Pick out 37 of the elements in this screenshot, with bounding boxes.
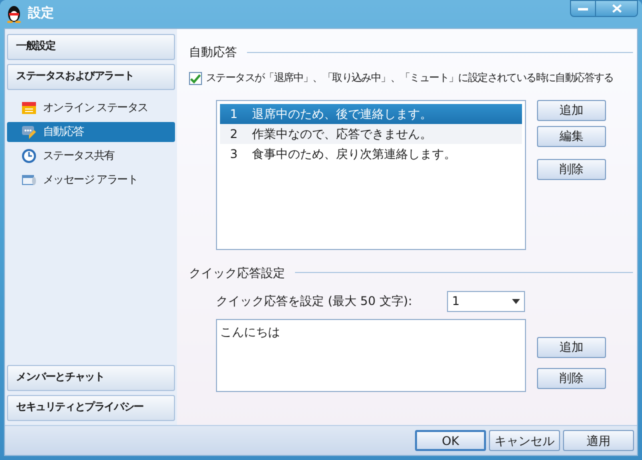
button[interactable]: OK [415,430,486,451]
close-button[interactable] [596,0,638,17]
clock-icon [21,148,37,164]
button[interactable]: 削除 [537,368,606,389]
field-label: クイック応答を設定 (最大 50 文字): [216,293,414,310]
section-button[interactable]: メンバーとチャット [7,365,175,391]
button[interactable]: 適用 [563,430,634,451]
sidebar-item[interactable]: オンライン ステータス [7,98,175,118]
window-title: 設定 [28,4,54,24]
section-button[interactable]: ステータスおよびアラート [7,64,175,90]
list-card-icon [21,100,37,116]
button[interactable]: 編集 [537,126,606,147]
checkbox[interactable] [189,72,202,86]
section-heading: 自動応答 [189,44,237,61]
sidebar-item[interactable]: 自動応答 [7,122,175,142]
reply-row[interactable]: 1 退席中のため、後で連絡します。 [220,104,522,124]
reply-row[interactable]: 2 作業中なので、応答できません。 [220,124,522,144]
button[interactable]: 削除 [537,158,606,180]
window-speaker-icon [21,172,37,188]
dropdown-caret-icon [512,298,520,304]
chat-bubble-icon [21,124,37,140]
penguin-icon [6,5,22,23]
number-dropdown[interactable]: 1 [447,290,525,312]
sidebar-item[interactable]: ステータス共有 [7,146,175,166]
button[interactable]: キャンセル [489,430,560,451]
button[interactable]: 追加 [537,336,606,358]
text-area[interactable]: こんにちは [216,318,526,392]
minimize-button[interactable] [570,0,596,17]
section-button[interactable]: 一般設定 [7,34,175,60]
section-heading: クイック応答設定 [189,264,285,282]
sidebar-item[interactable]: メッセージ アラート [7,170,175,190]
close-icon [612,4,622,13]
button[interactable]: 追加 [537,100,606,121]
section-button[interactable]: セキュリティとプライバシー [7,395,175,421]
reply-row[interactable]: 3 食事中のため、戻り次第連絡します。 [220,144,522,164]
minimize-icon [578,6,588,10]
checkbox-label: ステータスが「退席中」、「取り込み中」、「ミュート」に設定されている時に自動応答する [206,71,614,86]
